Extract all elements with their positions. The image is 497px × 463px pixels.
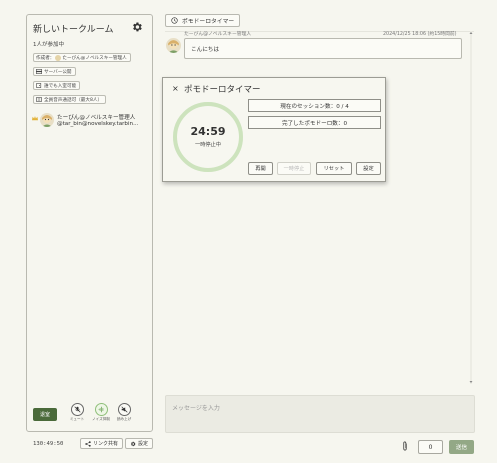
share-icon <box>85 440 91 447</box>
readaloud-label: 読み上げ <box>116 417 132 421</box>
mute-control[interactable]: ミュート <box>67 403 87 422</box>
mute-label: ミュート <box>69 417 85 421</box>
room-title: 新しいトークルーム <box>33 25 114 35</box>
completed-count: 完了したポモドーロ数：0 <box>248 116 381 129</box>
close-icon[interactable]: × <box>172 84 179 93</box>
mic-off-icon[interactable] <box>70 403 84 416</box>
share-link-button[interactable]: リンク共有 <box>80 438 124 449</box>
anyone-join-pill: 誰でも入室可能 <box>33 81 81 90</box>
pomodoro-timer-button[interactable]: ポモドーロタイマー <box>165 14 240 27</box>
member-handle: @tar_bin@novelskey.tarbin... <box>57 121 139 127</box>
voice-label: 全員音声通話可（最大8人） <box>44 97 103 103</box>
voice-icon <box>36 97 42 102</box>
creator-prefix: 作成者： <box>36 55 55 61</box>
server-icon <box>36 69 42 74</box>
creator-avatar <box>55 54 62 61</box>
waveform-icon[interactable] <box>94 403 108 416</box>
message-text: こんにちは <box>191 47 219 53</box>
reset-button[interactable]: リセット <box>316 162 352 175</box>
crown-icon <box>32 116 38 121</box>
message-input[interactable]: メッセージを入力 <box>165 395 475 433</box>
server-public-label: サーバー公開 <box>44 69 72 75</box>
settings-button[interactable]: 設定 <box>356 162 381 175</box>
creator-pill: 作成者： たーびん@ノベルスキー管理人 <box>33 53 131 62</box>
door-icon <box>36 83 42 88</box>
settings-label: 設定 <box>138 441 149 447</box>
settings-button[interactable]: 設定 <box>125 438 154 449</box>
pomodoro-timer-label: ポモドーロタイマー <box>182 19 235 25</box>
share-link-label: リンク共有 <box>93 441 119 447</box>
member-name: たーびん@ノベルスキー管理人 <box>57 115 136 121</box>
noise-control[interactable]: ノイズ抑制 <box>91 403 111 422</box>
clock-icon <box>171 17 178 24</box>
server-public-pill: サーバー公開 <box>33 67 76 76</box>
paperclip-icon[interactable] <box>401 441 409 451</box>
speaker-off-icon[interactable] <box>117 403 131 416</box>
anyone-join-label: 誰でも入室可能 <box>44 83 77 89</box>
message-placeholder: メッセージを入力 <box>172 405 220 412</box>
avatar <box>40 113 54 127</box>
timer-display: 24:59 <box>190 125 226 138</box>
gear-icon <box>131 441 136 446</box>
gear-icon[interactable] <box>131 21 143 33</box>
message-bubble: こんにちは <box>184 38 462 59</box>
session-count: 現在のセッション数：0 / 4 <box>248 99 381 112</box>
timer-status: 一時停止中 <box>195 142 221 148</box>
room-sidebar: 新しいトークルーム 1人が参加中 作成者： たーびん@ノベルスキー管理人 サーバ… <box>26 14 153 432</box>
leave-button[interactable]: 退室 <box>33 408 57 421</box>
avatar <box>166 38 181 53</box>
noise-label: ノイズ抑制 <box>92 417 110 421</box>
readaloud-control[interactable]: 読み上げ <box>114 403 134 422</box>
message-timestamp: 2024/12/25 18:06 (約15時間前) <box>383 32 457 37</box>
pause-button: 一時停止 <box>277 162 311 175</box>
scrollbar[interactable] <box>469 31 473 384</box>
resume-button[interactable]: 再開 <box>248 162 273 175</box>
char-count: 0 <box>418 440 443 454</box>
pomodoro-dialog: × ポモドーロタイマー 24:59 一時停止中 現在のセッション数：0 / 4 … <box>162 77 386 182</box>
message-author: たーびん@ノベルスキー管理人 <box>184 32 252 37</box>
voice-pill: 全員音声通話可（最大8人） <box>33 95 107 104</box>
participant-count: 1人が参加中 <box>33 42 64 48</box>
creator-name: たーびん@ノベルスキー管理人 <box>62 55 127 61</box>
pomodoro-title: ポモドーロタイマー <box>184 85 261 95</box>
send-button[interactable]: 送信 <box>449 440 474 454</box>
elapsed-clock: 130:49:50 <box>33 441 64 447</box>
